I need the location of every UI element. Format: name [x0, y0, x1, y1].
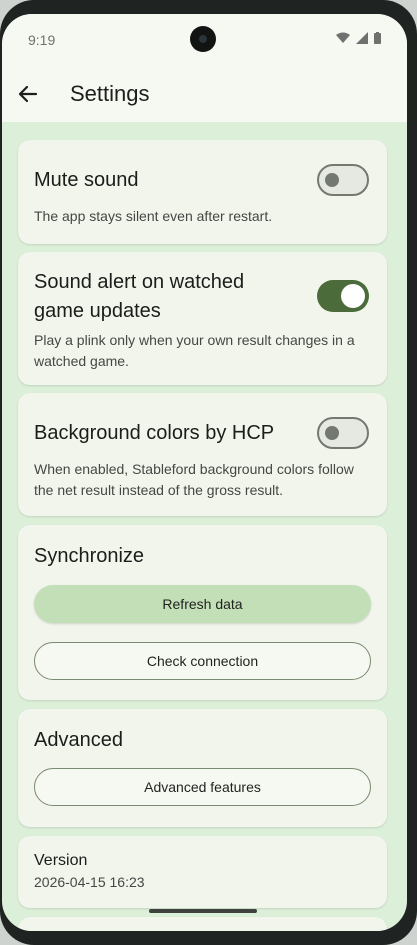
back-arrow-icon [18, 85, 38, 103]
setting-description: When enabled, Stableford background colo… [34, 461, 354, 498]
check-connection-button[interactable]: Check connection [34, 642, 371, 680]
setting-title: Sound alert on watched game updates [34, 271, 245, 322]
toggle-knob [325, 173, 339, 187]
page-title: Settings [70, 81, 150, 106]
background-colors-toggle[interactable] [317, 417, 369, 449]
setting-title: Background colors by HCP [34, 422, 275, 444]
screen: 9:19 Settings Mute sound The app stays s… [2, 14, 407, 931]
version-label: Version [34, 852, 88, 869]
sound-alert-toggle[interactable] [317, 280, 369, 312]
setting-description: The app stays silent even after restart. [34, 208, 273, 224]
setting-card-mute-sound[interactable]: Mute sound The app stays silent even aft… [18, 140, 387, 244]
version-value: 2026-04-15 16:23 [34, 874, 145, 890]
toggle-knob [325, 426, 339, 440]
setting-card-sound-alert[interactable]: Sound alert on watched game updates Play… [18, 252, 387, 385]
advanced-card: Advanced Advanced features [18, 709, 387, 827]
next-card-partial [18, 917, 387, 931]
version-card: Version 2026-04-15 16:23 [18, 836, 387, 908]
status-time: 9:19 [28, 32, 56, 48]
setting-title: Mute sound [34, 169, 139, 191]
sync-section-title: Synchronize [34, 545, 145, 567]
toggle-knob [341, 284, 365, 308]
front-camera [190, 26, 216, 52]
advanced-section-title: Advanced [34, 729, 123, 751]
system-icons [336, 32, 381, 44]
status-bar: 9:19 [2, 14, 407, 66]
app-bar: Settings [2, 66, 407, 122]
back-button[interactable] [16, 82, 40, 106]
advanced-features-button[interactable]: Advanced features [34, 768, 371, 806]
setting-description: Play a plink only when your own result c… [34, 332, 355, 369]
refresh-data-button[interactable]: Refresh data [34, 585, 371, 623]
sync-card: Synchronize Refresh data Check connectio… [18, 525, 387, 700]
mute-sound-toggle[interactable] [317, 164, 369, 196]
gesture-nav-handle[interactable] [149, 909, 257, 913]
signal-icon [356, 32, 368, 44]
setting-card-background-colors[interactable]: Background colors by HCP When enabled, S… [18, 393, 387, 516]
device-frame: 9:19 Settings Mute sound The app stays s… [0, 0, 417, 945]
wifi-icon [336, 32, 350, 43]
battery-icon [374, 32, 381, 44]
